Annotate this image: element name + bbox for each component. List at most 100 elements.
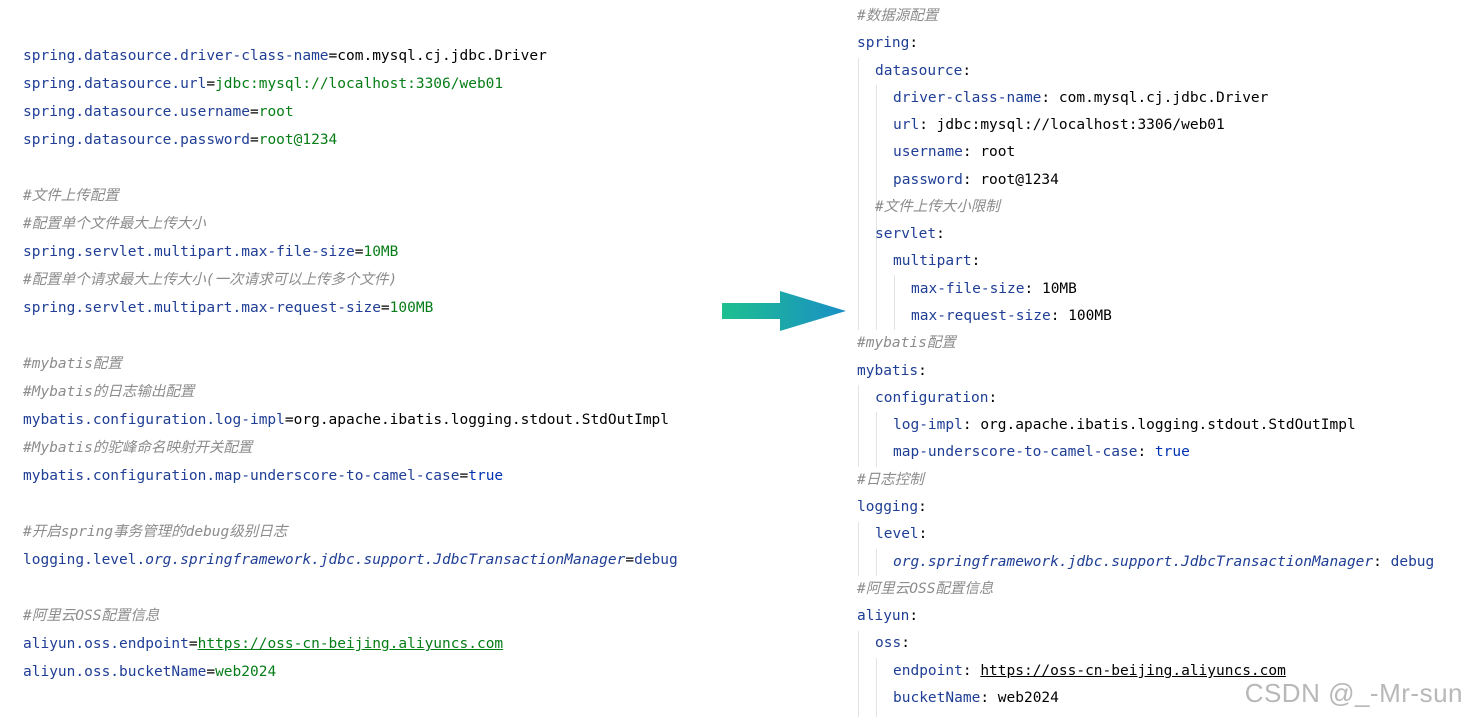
props-value: web2024 [215,664,277,680]
indent-guide [894,275,895,330]
yaml-key: level [875,526,919,542]
props-value: 10MB [363,244,399,260]
yaml-line: endpoint: https://oss-cn-beijing.aliyunc… [893,663,1286,679]
props-key: logging.level. [23,552,146,568]
props-key: spring.datasource.password [23,132,250,148]
props-comment: #文件上传配置 [23,188,119,204]
props-comment: #Mybatis的日志输出配置 [23,384,195,400]
props-key-italic: org.springframework.jdbc.support.JdbcTra… [145,552,626,568]
yaml-comment: #文件上传大小限制 [875,199,1000,215]
yaml-key: multipart [893,253,972,269]
props-comment: #配置单个文件最大上传大小 [23,216,206,232]
yaml-key: mybatis [857,363,919,379]
yaml-key: logging [857,499,919,515]
yaml-key: username [893,144,963,160]
yaml-key: max-request-size [911,308,1051,324]
indent-guide [876,412,877,467]
props-line-log-impl: mybatis.configuration.log-impl=org.apach… [23,412,670,428]
indent-guide [858,522,859,576]
yaml-line: logging: [857,499,927,515]
endpoint-link[interactable]: https://oss-cn-beijing.aliyuncs.com [198,636,504,652]
props-key: spring.servlet.multipart.max-request-siz… [23,300,381,316]
yaml-key: configuration [875,390,989,406]
yaml-key: password [893,172,963,188]
right-arrow-icon [722,291,846,331]
props-line-bucket: aliyun.oss.bucketName=web2024 [23,664,277,680]
props-line-username: spring.datasource.username=root [23,104,294,120]
props-key: mybatis.configuration.map-underscore-to-… [23,468,460,484]
props-value: true [468,468,504,484]
props-key: spring.servlet.multipart.max-file-size [23,244,355,260]
yaml-key: oss [875,635,902,651]
yaml-comment: #数据源配置 [857,8,939,24]
props-key: spring.datasource.driver-class-name [23,48,329,64]
props-value: 100MB [389,300,434,316]
yaml-line: url: jdbc:mysql://localhost:3306/web01 [893,117,1225,133]
props-value: org.apache.ibatis.logging.stdout.StdOutI… [293,412,670,428]
yaml-endpoint-link[interactable]: https://oss-cn-beijing.aliyuncs.com [980,663,1286,679]
yaml-line: log-impl: org.apache.ibatis.logging.stdo… [893,417,1356,433]
props-line-camel-case: mybatis.configuration.map-underscore-to-… [23,468,504,484]
props-line-password: spring.datasource.password=root@1234 [23,132,338,148]
yaml-line: level: [875,526,928,542]
yaml-key: max-file-size [911,281,1025,297]
yaml-key: bucketName [893,690,981,706]
yaml-key: url [893,117,920,133]
props-value: debug [634,552,678,568]
yaml-value: web2024 [997,690,1059,706]
props-line-driver: spring.datasource.driver-class-name=com.… [23,48,547,64]
yaml-line: mybatis: [857,363,927,379]
yaml-value: 100MB [1068,308,1112,324]
yaml-line: datasource: [875,63,972,79]
props-value: root [258,104,294,120]
yaml-key: spring [857,35,910,51]
yaml-key: org.springframework.jdbc.support.JdbcTra… [893,554,1374,570]
yaml-key: servlet [875,226,937,242]
props-key: mybatis.configuration.log-impl [23,412,285,428]
props-line-url: spring.datasource.url=jdbc:mysql://local… [23,76,504,92]
props-value: com.mysql.cj.jdbc.Driver [337,48,547,64]
yaml-key: endpoint [893,663,963,679]
yaml-line: password: root@1234 [893,172,1059,188]
yaml-comment: #阿里云OSS配置信息 [857,581,994,597]
props-value: root@1234 [258,132,338,148]
yaml-key: datasource [875,63,963,79]
indent-guide [858,631,859,717]
props-value: jdbc:mysql://localhost:3306/web01 [215,76,504,92]
yaml-line: max-file-size: 10MB [911,281,1077,297]
yaml-line: org.springframework.jdbc.support.JdbcTra… [893,554,1435,570]
yaml-line: multipart: [893,253,981,269]
yaml-key: aliyun [857,608,910,624]
indent-guide [858,385,859,467]
props-line-max-request-size: spring.servlet.multipart.max-request-siz… [23,300,434,316]
yaml-value: com.mysql.cj.jdbc.Driver [1058,90,1269,106]
props-key: spring.datasource.username [23,104,250,120]
props-line-logging-level: logging.level.org.springframework.jdbc.s… [23,552,678,568]
yaml-value: jdbc:mysql://localhost:3306/web01 [936,117,1225,133]
props-comment: #阿里云OSS配置信息 [23,608,160,624]
yaml-line: bucketName: web2024 [893,690,1059,706]
yaml-value: root@1234 [980,172,1059,188]
props-key: spring.datasource.url [23,76,207,92]
yaml-comment: #mybatis配置 [857,335,956,351]
yaml-line: servlet: [875,226,945,242]
watermark: CSDN @_-Mr-sun [1244,678,1463,708]
props-line-max-file-size: spring.servlet.multipart.max-file-size=1… [23,244,399,260]
yaml-key: map-underscore-to-camel-case [893,444,1138,460]
props-comment: #Mybatis的驼峰命名映射开关配置 [23,440,253,456]
yaml-key: driver-class-name [893,90,1042,106]
props-comment: #开启spring事务管理的debug级别日志 [23,524,288,540]
indent-guide [876,549,877,576]
props-key: aliyun.oss.bucketName [23,664,207,680]
yaml-value: org.apache.ibatis.logging.stdout.StdOutI… [980,417,1356,433]
yaml-line: configuration: [875,390,998,406]
yaml-line: username: root [893,144,1016,160]
yaml-value: debug [1390,554,1435,570]
yaml-line: map-underscore-to-camel-case: true [893,444,1190,460]
props-comment: #mybatis配置 [23,356,122,372]
indent-guide [876,658,877,717]
props-comment: #配置单个请求最大上传大小(一次请求可以上传多个文件) [23,272,398,288]
yaml-key: log-impl [893,417,963,433]
yaml-line: spring: [857,35,919,51]
yaml-comment: #日志控制 [857,472,924,488]
